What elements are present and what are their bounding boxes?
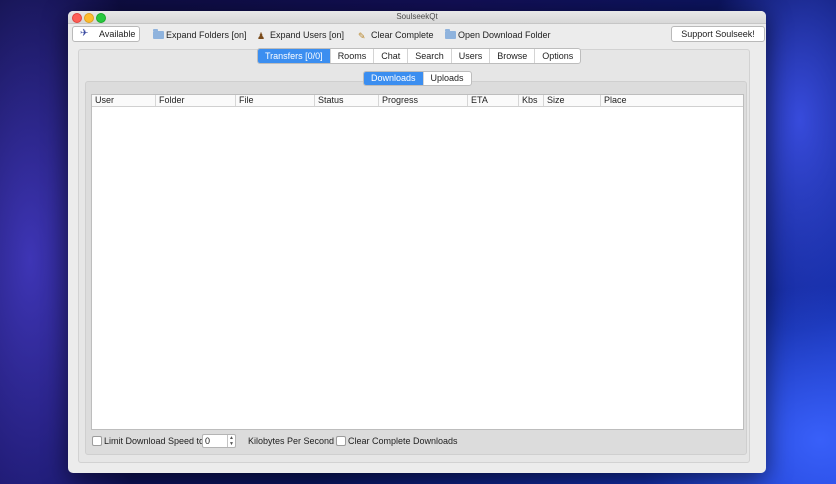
- app-window: SoulseekQt ✈ Available Expand Folders [o…: [68, 11, 766, 473]
- downloads-footer: Limit Download Speed to 0 ▲ ▼ Kilobytes P…: [91, 434, 742, 448]
- tab-options[interactable]: Options: [535, 49, 580, 63]
- users-icon: ♟: [257, 31, 266, 41]
- column-header-file[interactable]: File: [235, 95, 314, 106]
- expand-users-label: Expand Users [on]: [270, 30, 345, 40]
- clear-complete-label: Clear Complete: [371, 30, 434, 40]
- title-bar: SoulseekQt: [68, 11, 766, 24]
- table-header: User Folder File Status Progress ETA Kbs…: [92, 95, 743, 107]
- expand-folders-button[interactable]: Expand Folders [on]: [153, 29, 247, 41]
- open-download-folder-label: Open Download Folder: [458, 30, 551, 40]
- broom-icon: ✎: [358, 31, 366, 41]
- tab-downloads[interactable]: Downloads: [364, 72, 424, 85]
- status-button[interactable]: ✈ Available: [72, 26, 140, 42]
- limit-speed-label: Limit Download Speed to: [104, 436, 205, 446]
- column-header-size[interactable]: Size: [543, 95, 600, 106]
- tab-search[interactable]: Search: [408, 49, 452, 63]
- tab-browse[interactable]: Browse: [490, 49, 536, 63]
- clear-complete-downloads-checkbox[interactable]: [336, 436, 346, 446]
- column-header-kbs[interactable]: Kbs: [518, 95, 543, 106]
- open-download-folder-button[interactable]: Open Download Folder: [445, 29, 551, 41]
- expand-folders-label: Expand Folders [on]: [166, 30, 247, 40]
- tab-transfers[interactable]: Transfers [0/0]: [258, 49, 331, 63]
- column-header-place[interactable]: Place: [600, 95, 743, 106]
- folder-icon: [445, 29, 456, 39]
- column-header-user[interactable]: User: [92, 95, 155, 106]
- tab-rooms[interactable]: Rooms: [331, 49, 375, 63]
- speed-limit-value: 0: [205, 436, 211, 446]
- status-label: Available: [99, 29, 136, 39]
- main-tab-bar: Transfers [0/0] Rooms Chat Search Users …: [257, 48, 582, 64]
- toolbar: ✈ Available Expand Folders [on] ♟ Expand …: [68, 24, 766, 46]
- column-header-eta[interactable]: ETA: [467, 95, 518, 106]
- column-header-progress[interactable]: Progress: [378, 95, 467, 106]
- tab-chat[interactable]: Chat: [374, 49, 409, 63]
- expand-users-button[interactable]: ♟ Expand Users [on]: [257, 29, 344, 41]
- transfer-subtab-bar: Downloads Uploads: [363, 71, 472, 86]
- support-soulseek-button[interactable]: Support Soulseek!: [671, 26, 765, 42]
- bird-icon: ✈: [80, 28, 89, 39]
- column-header-status[interactable]: Status: [314, 95, 378, 106]
- tab-users[interactable]: Users: [452, 49, 491, 63]
- clear-complete-button[interactable]: ✎ Clear Complete: [358, 29, 434, 41]
- window-title: SoulseekQt: [396, 12, 438, 21]
- kilobytes-label: Kilobytes Per Second: [248, 436, 335, 446]
- clear-complete-downloads-label: Clear Complete Downloads: [348, 436, 458, 446]
- stepper-arrows-icon[interactable]: ▲ ▼: [227, 435, 235, 447]
- transfers-table[interactable]: User Folder File Status Progress ETA Kbs…: [91, 94, 744, 430]
- column-header-folder[interactable]: Folder: [155, 95, 235, 106]
- limit-speed-checkbox[interactable]: [92, 436, 102, 446]
- folder-icon: [153, 29, 164, 39]
- speed-limit-stepper[interactable]: 0 ▲ ▼: [202, 434, 236, 448]
- tab-uploads[interactable]: Uploads: [424, 72, 471, 85]
